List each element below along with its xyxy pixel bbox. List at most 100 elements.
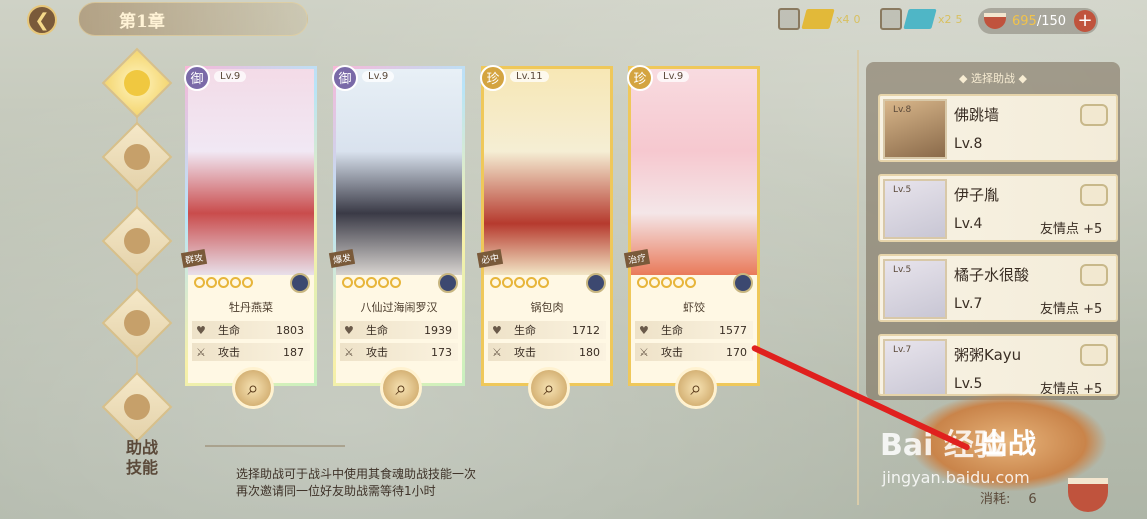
- element-emblem-icon: [733, 273, 753, 293]
- friendship-points: 友情点 +5: [1040, 302, 1103, 317]
- stamina-cost: 消耗: 6: [980, 492, 1037, 507]
- friend-badge-icon: [1080, 344, 1108, 366]
- view-detail-button[interactable]: ⌕: [232, 367, 274, 409]
- heart-icon: ♥: [492, 323, 502, 337]
- element-emblem-icon: [290, 273, 310, 293]
- atk-row: ⚔ 攻击 187: [192, 343, 310, 361]
- character-portrait: [484, 69, 610, 275]
- magnifier-icon: ⌕: [247, 376, 259, 400]
- stamina-max: /150: [1036, 13, 1067, 29]
- friend-badge-icon: [1080, 264, 1108, 286]
- rarity-badge: 御: [184, 65, 210, 91]
- friend-item[interactable]: Lv.5 橘子水很酸 Lv.7 友情点 +5: [878, 254, 1118, 322]
- team-card[interactable]: 御 Lv.9 群攻 牡丹燕菜 ♥ 生命 1803 ⚔ 攻击 187 ⌕: [180, 65, 317, 409]
- resource-value: 5: [955, 12, 963, 26]
- friend-avatar: Lv.5: [883, 259, 947, 319]
- card-level: Lv.11: [510, 71, 549, 82]
- friend-level: Lv.4: [954, 216, 983, 232]
- star-rating: [637, 277, 696, 288]
- view-detail-button[interactable]: ⌕: [528, 367, 570, 409]
- friend-avatar: Lv.5: [883, 179, 947, 239]
- heart-icon: ♥: [196, 323, 206, 337]
- character-portrait: [188, 69, 314, 275]
- hp-row: ♥ 生命 1712: [488, 321, 606, 339]
- card-level: Lv.9: [214, 71, 247, 82]
- gold-ticket-icon: [801, 9, 835, 29]
- atk-row: ⚔ 攻击 173: [340, 343, 458, 361]
- rarity-badge: 珍: [480, 65, 506, 91]
- character-name: 牡丹燕菜: [229, 301, 273, 314]
- watermark-url: jingyan.baidu.com: [882, 468, 1030, 487]
- friend-name: 橘子水很酸: [954, 266, 1030, 284]
- friend-name: 佛跳墙: [954, 106, 1000, 124]
- friend-name: 粥粥Kayu: [954, 346, 1022, 364]
- sword-icon: ⚔: [492, 345, 502, 359]
- heart-icon: ♥: [344, 323, 354, 337]
- team-card[interactable]: 珍 Lv.9 治疗 虾饺 ♥ 生命 1577 ⚔ 攻击 170 ⌕: [623, 65, 760, 409]
- friendship-points: 友情点 +5: [1040, 222, 1103, 237]
- character-name: 八仙过海闹罗汉: [360, 301, 438, 314]
- resource-count: x2: [938, 12, 952, 26]
- star-rating: [342, 277, 401, 288]
- team-card[interactable]: 御 Lv.9 爆发 八仙过海闹罗汉 ♥ 生命 1939 ⚔ 攻击 173 ⌕: [328, 65, 465, 409]
- character-name: 虾饺: [683, 301, 705, 314]
- panel-title: ◆ 选择助战 ◆: [959, 72, 1027, 85]
- rarity-badge: 珍: [627, 65, 653, 91]
- sword-icon: ⚔: [639, 345, 649, 359]
- watermark-logo: Bai 经验: [880, 428, 1004, 463]
- friend-item[interactable]: Lv.7 粥粥Kayu Lv.5 友情点 +5: [878, 334, 1118, 396]
- resource-ticket-blue[interactable]: x2 5: [880, 8, 963, 30]
- rice-bowl-icon: [984, 13, 1006, 29]
- friend-badge-icon: [1080, 184, 1108, 206]
- support-description: 选择助战可于战斗中使用其食魂助战技能一次 再次邀请同一位好友助战需等待1小时: [236, 467, 477, 498]
- resource-count: x4: [836, 12, 850, 26]
- chapter-title: 第1章: [78, 2, 308, 36]
- element-emblem-icon: [438, 273, 458, 293]
- star-rating: [490, 277, 549, 288]
- friend-item[interactable]: Lv.5 伊子胤 Lv.4 友情点 +5: [878, 174, 1118, 242]
- magnifier-icon: ⌕: [395, 376, 407, 400]
- empty-slot-icon: [880, 8, 902, 30]
- friend-item[interactable]: Lv.8 佛跳墙 Lv.8: [878, 94, 1118, 162]
- team-card[interactable]: 珍 Lv.11 必中 锅包肉 ♥ 生命 1712 ⚔ 攻击 180 ⌕: [476, 65, 613, 409]
- character-portrait: [631, 69, 757, 275]
- friend-avatar: Lv.7: [883, 339, 947, 394]
- sword-icon: ⚔: [344, 345, 354, 359]
- card-level: Lv.9: [362, 71, 395, 82]
- stamina-bar: 695/150 +: [978, 8, 1098, 34]
- star-rating: [194, 277, 253, 288]
- resource-ticket-gold[interactable]: x4 0: [778, 8, 861, 30]
- view-detail-button[interactable]: ⌕: [380, 367, 422, 409]
- hp-row: ♥ 生命 1577: [635, 321, 753, 339]
- resource-value: 0: [853, 12, 861, 26]
- atk-row: ⚔ 攻击 170: [635, 343, 753, 361]
- support-select-panel: ◆ 选择助战 ◆ Lv.8 佛跳墙 Lv.8 Lv.5 伊子胤 Lv.4 友情点…: [866, 62, 1120, 400]
- empty-slot-icon: [778, 8, 800, 30]
- card-level: Lv.9: [657, 71, 690, 82]
- rarity-badge: 御: [332, 65, 358, 91]
- decorative-line: [205, 445, 345, 447]
- heart-icon: ♥: [639, 323, 649, 337]
- support-skill-title: 助战 技能: [125, 438, 158, 477]
- friend-level: Lv.8: [954, 136, 983, 152]
- friendship-points: 友情点 +5: [1040, 382, 1103, 396]
- back-button[interactable]: ❮: [14, 2, 70, 38]
- add-stamina-button[interactable]: +: [1074, 10, 1096, 32]
- character-portrait: [336, 69, 462, 275]
- atk-row: ⚔ 攻击 180: [488, 343, 606, 361]
- magnifier-icon: ⌕: [543, 376, 555, 400]
- friend-level: Lv.7: [954, 296, 983, 312]
- character-name: 锅包肉: [530, 301, 564, 314]
- view-detail-button[interactable]: ⌕: [675, 367, 717, 409]
- back-arrow-icon: ❮: [27, 5, 57, 35]
- friend-avatar: Lv.8: [883, 99, 947, 159]
- element-emblem-icon: [586, 273, 606, 293]
- magnifier-icon: ⌕: [690, 376, 702, 400]
- panel-divider: [857, 50, 859, 505]
- blue-ticket-icon: [903, 9, 937, 29]
- hp-row: ♥ 生命 1939: [340, 321, 458, 339]
- friend-gear-icon: [1080, 104, 1108, 126]
- friend-name: 伊子胤: [954, 186, 1000, 204]
- stamina-current: 695: [1012, 13, 1037, 29]
- sword-icon: ⚔: [196, 345, 206, 359]
